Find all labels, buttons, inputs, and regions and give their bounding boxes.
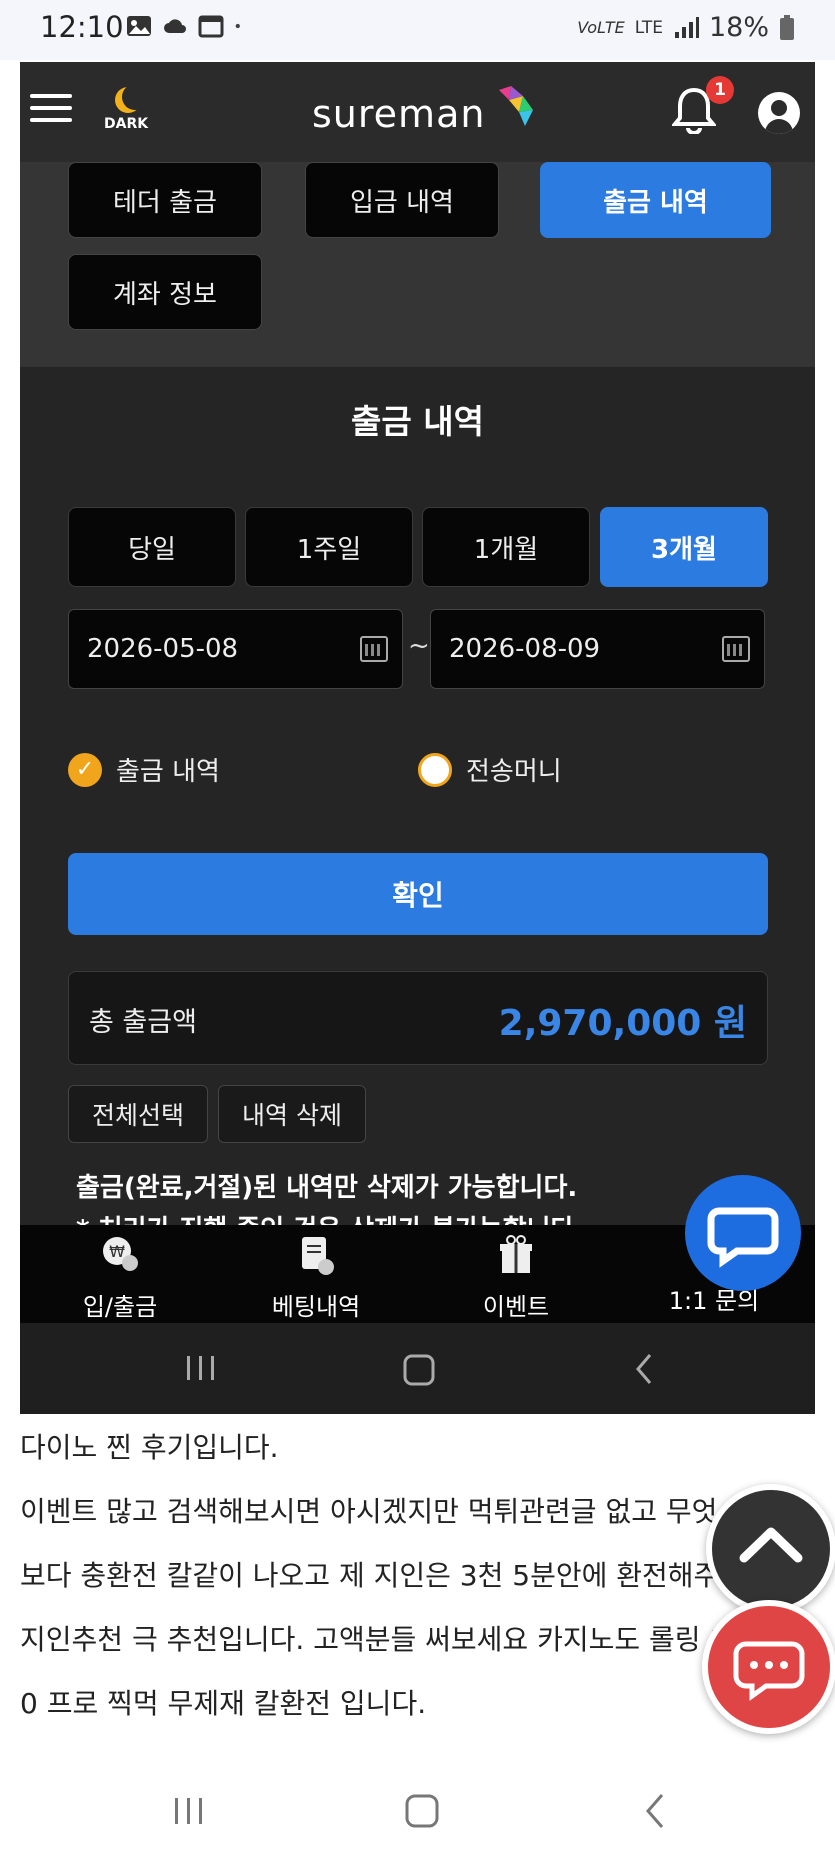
delete-history-button[interactable]: 내역 삭제 — [218, 1085, 366, 1143]
confirm-button[interactable]: 확인 — [68, 853, 768, 935]
volte-icon: VoLTE — [577, 18, 625, 37]
post-line-2: 이벤트 많고 검색해보시면 아시겠지만 먹튀관련글 없고 무엇 — [20, 1495, 718, 1528]
nav-label: 이벤트 — [482, 1293, 550, 1321]
logo-gem-icon — [499, 86, 533, 126]
calendar-icon[interactable] — [722, 636, 750, 662]
signal-icon — [674, 16, 699, 38]
gift-icon — [500, 1235, 532, 1273]
gallery-icon — [127, 16, 151, 36]
period-1week-button[interactable]: 1주일 — [245, 507, 413, 587]
chevron-up-icon — [739, 1527, 803, 1563]
status-time: 12:10 — [40, 10, 124, 44]
panel-title: 출금 내역 — [351, 402, 484, 441]
dark-label: DARK — [104, 116, 149, 132]
tab-deposit-history[interactable]: 입금 내역 — [305, 162, 499, 238]
status-icons — [126, 14, 248, 38]
tab-withdraw-history[interactable]: 출금 내역 — [540, 162, 771, 238]
delete-note-1: 출금(완료,거절)된 내역만 삭제가 가능합니다. — [76, 1173, 578, 1203]
status-right: VoLTE LTE 18% — [577, 12, 795, 43]
recent-apps-icon[interactable] — [172, 1795, 206, 1827]
total-withdrawal-box: 총 출금액 2,970,000 원 — [68, 971, 768, 1065]
date-to-input[interactable]: 2026-08-09 — [430, 609, 765, 689]
check-icon: ✓ — [68, 752, 102, 787]
radio-label: 전송머니 — [466, 757, 562, 787]
total-label: 총 출금액 — [89, 1007, 197, 1038]
tab-tether-withdraw[interactable]: 테더 출금 — [68, 162, 262, 238]
scroll-top-button[interactable] — [706, 1484, 835, 1614]
radio-circle-icon — [418, 752, 452, 787]
chat-bubble-icon — [707, 1207, 779, 1268]
date-to-value: 2026-08-09 — [449, 634, 601, 664]
inner-system-nav — [20, 1323, 815, 1414]
moon-icon — [122, 84, 148, 110]
battery-percent: 18% — [708, 12, 769, 43]
bet-history-icon — [302, 1237, 334, 1275]
avatar[interactable] — [758, 92, 800, 134]
radio-label: 출금 내역 — [116, 757, 220, 787]
post-line-1: 다이노 찐 후기입니다. — [20, 1431, 279, 1464]
post-line-3: 보다 충환전 칼같이 나오고 제 지인은 3천 5분안에 환전해주고 — [20, 1559, 746, 1592]
dark-mode-toggle[interactable]: DARK — [104, 84, 148, 132]
live-chat-button[interactable] — [685, 1175, 801, 1291]
back-icon[interactable] — [642, 1791, 668, 1831]
withdraw-history-panel: 출금 내역 당일 1주일 1개월 3개월 2026-05-08 ~ 2026-0… — [20, 367, 815, 1245]
notification-badge: 1 — [706, 76, 734, 104]
nav-event[interactable]: 이벤트 — [446, 1233, 586, 1322]
nav-label: 베팅내역 — [271, 1293, 361, 1321]
nav-label: 입/출금 — [82, 1293, 158, 1321]
app-header: DARK sureman 1 — [20, 62, 815, 162]
back-icon — [636, 1354, 652, 1384]
select-all-button[interactable]: 전체선택 — [68, 1085, 208, 1143]
post-line-4: 지인추천 극 추천입니다. 고액분들 써보세요 카지노도 롤링 10 — [20, 1623, 746, 1656]
period-3month-button[interactable]: 3개월 — [600, 507, 768, 587]
post-line-5: 0 프로 찍먹 무제재 칼환전 입니다. — [20, 1687, 427, 1720]
tab-grid: 테더 출금 입금 내역 출금 내역 계좌 정보 — [20, 162, 815, 367]
won-exchange-icon: ₩ — [103, 1237, 138, 1271]
total-amount: 2,970,000 원 — [498, 1003, 747, 1044]
lte-label: LTE — [634, 17, 663, 38]
dot-icon — [235, 23, 240, 29]
radio-withdraw-history[interactable]: ✓ 출금 내역 — [68, 751, 220, 788]
system-nav-bar — [0, 1765, 835, 1856]
status-bar: 12:10 VoLTE LTE 18% — [0, 0, 835, 60]
battery-icon — [780, 14, 794, 40]
app-screenshot: DARK sureman 1 테더 출금 입금 내역 출금 내역 계좌 정보 출… — [20, 62, 815, 1414]
period-today-button[interactable]: 당일 — [68, 507, 236, 587]
menu-icon[interactable] — [30, 86, 72, 130]
calendar-icon[interactable] — [360, 636, 388, 662]
nav-deposit-withdraw[interactable]: ₩ 입/출금 — [50, 1233, 190, 1322]
home-icon[interactable] — [404, 1793, 440, 1829]
date-from-input[interactable]: 2026-05-08 — [68, 609, 403, 689]
calendar-icon — [198, 15, 224, 38]
home-icon — [403, 1354, 435, 1386]
recent-apps-icon — [187, 1356, 214, 1380]
chat-dots-icon — [733, 1641, 805, 1701]
svg-text:₩: ₩ — [109, 1242, 125, 1261]
cloud-icon — [164, 19, 186, 33]
message-button[interactable] — [702, 1600, 835, 1734]
period-1month-button[interactable]: 1개월 — [422, 507, 590, 587]
date-separator: ~ — [408, 631, 430, 661]
tab-account-info[interactable]: 계좌 정보 — [68, 254, 262, 330]
radio-transfer-money[interactable]: 전송머니 — [418, 751, 562, 788]
nav-bet-history[interactable]: 베팅내역 — [246, 1233, 386, 1322]
date-from-value: 2026-05-08 — [87, 634, 239, 664]
logo[interactable]: sureman — [312, 92, 485, 136]
